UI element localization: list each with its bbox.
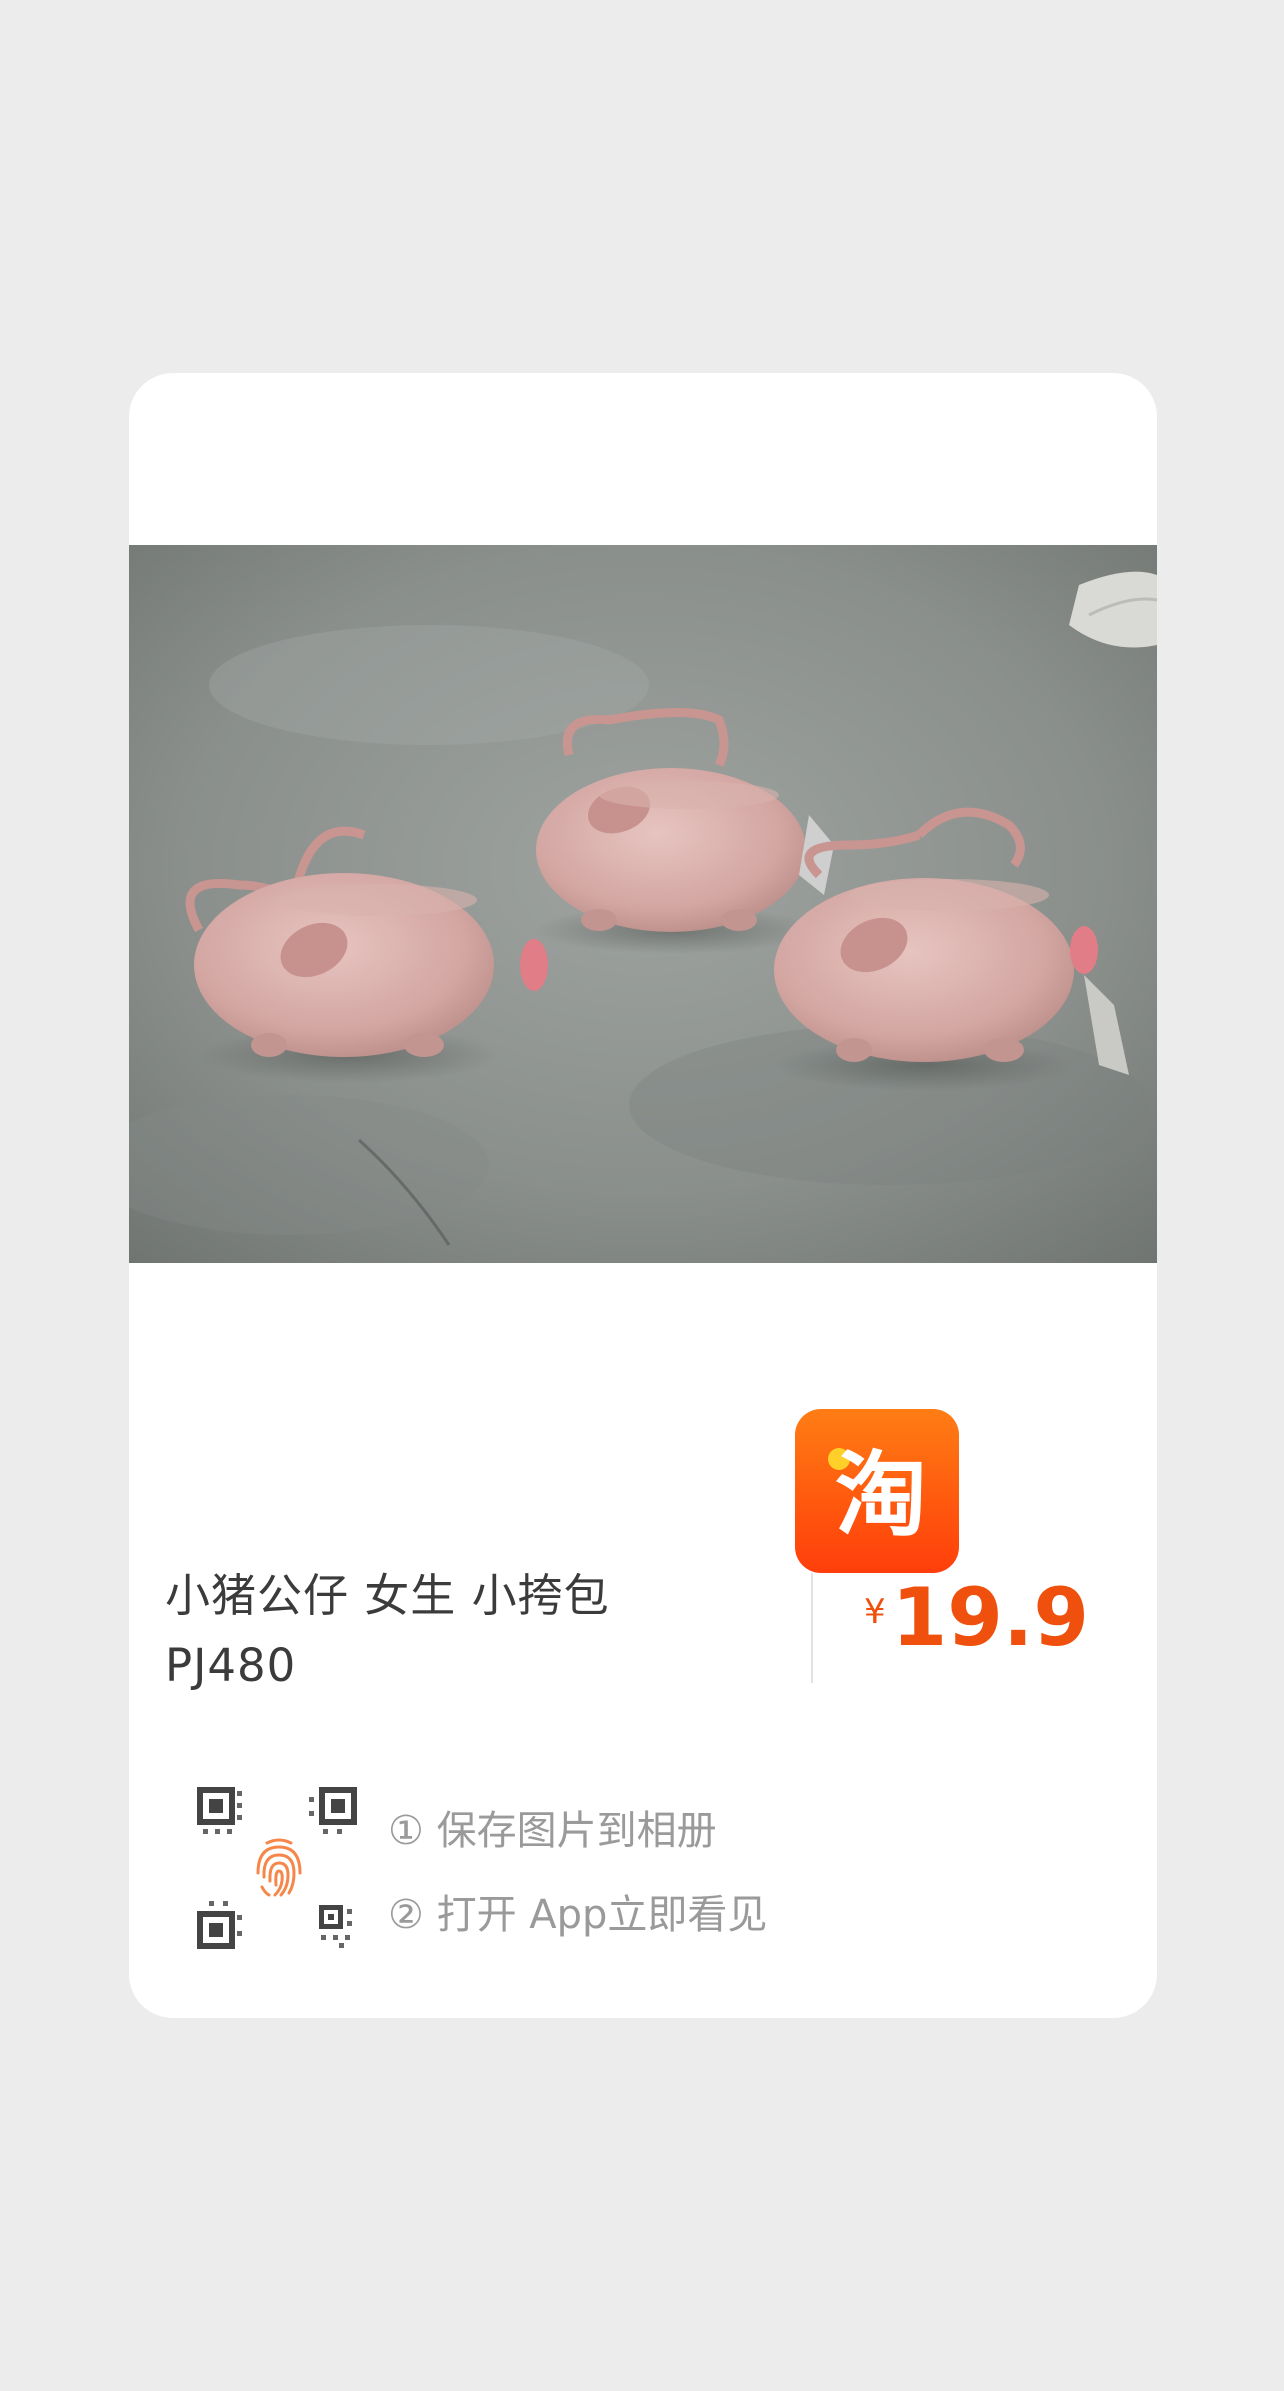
taobao-logo-glyph: 淘 <box>835 1442 927 1549</box>
price-value: 19.9 <box>891 1571 1089 1664</box>
divider <box>811 1573 813 1683</box>
qr-corner-top-right <box>309 1787 357 1834</box>
instruction-step-2: ② 打开 App立即看见 <box>388 1892 768 1938</box>
product-share-card: 小猪公仔 女生 小挎包 PJ480 ¥19.9 ① 保存图片到相册 ② 打开 A… <box>129 373 1157 2018</box>
fingerprint-icon <box>256 1838 302 1897</box>
qr-code-icon <box>195 1785 361 1951</box>
product-title-line1: 小猪公仔 女生 小挎包 <box>165 1569 610 1622</box>
qr-corner-bottom-right <box>319 1905 352 1948</box>
qr-corner-bottom-left <box>197 1901 242 1949</box>
currency-symbol: ¥ <box>863 1592 886 1632</box>
product-sku: PJ480 <box>165 1639 297 1692</box>
taobao-logo-icon: 淘 <box>795 1409 959 1573</box>
product-photo <box>129 545 1157 1263</box>
qr-corner-top-left <box>197 1787 242 1834</box>
instruction-step-1: ① 保存图片到相册 <box>388 1808 717 1854</box>
save-instructions: ① 保存图片到相册 ② 打开 App立即看见 <box>388 1789 767 1957</box>
product-title: 小猪公仔 女生 小挎包 PJ480 <box>165 1561 805 1701</box>
price: ¥19.9 <box>864 1578 1089 1658</box>
